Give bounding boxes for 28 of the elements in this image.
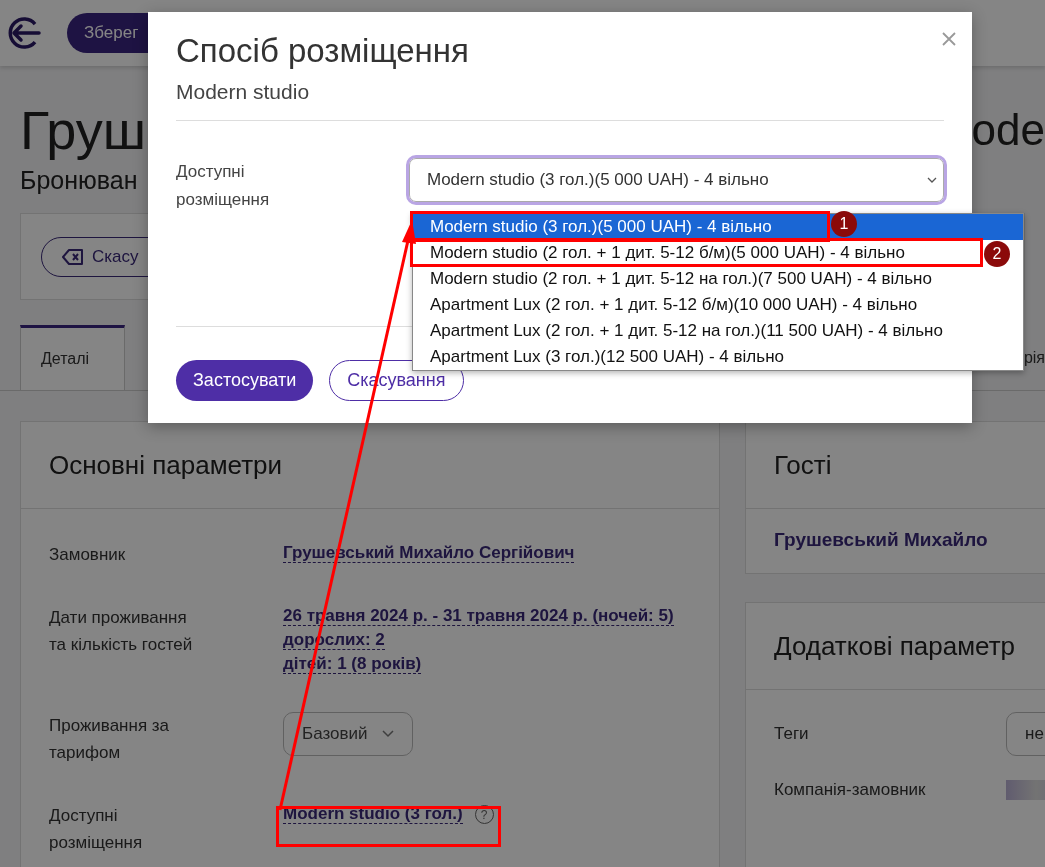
field-label: Доступні розміщення xyxy=(176,161,271,211)
rate-select[interactable]: Базовий xyxy=(283,712,413,756)
field-label: Дати проживання та кількість гостей xyxy=(49,607,194,656)
page-title-end: ode xyxy=(971,104,1045,156)
card-title: Гості xyxy=(774,449,832,481)
dropdown-option[interactable]: Apartment Lux (2 гол. + 1 дит. 5-12 б/м)(10 000 UAH) - 4 вільно xyxy=(413,292,1023,318)
placement-select[interactable]: Modern studio (3 гол.)(5 000 UAH) - 4 вільно xyxy=(409,158,944,202)
delete-icon xyxy=(62,248,84,265)
page-subtitle: Бронюван xyxy=(20,166,138,194)
apply-button[interactable]: Застосувати xyxy=(176,360,314,401)
tab[interactable]: Деталі xyxy=(20,325,125,390)
dropdown-option[interactable]: Modern studio (2 гол. + 1 дит. 5-12 на гол.)(7 500 UAH) - 4 вільно xyxy=(413,266,1023,292)
tab[interactable]: рія xyxy=(1023,325,1045,390)
tags-select[interactable]: не xyxy=(1006,712,1045,756)
chevron-down-icon xyxy=(381,730,394,738)
card-title: Додаткові параметр xyxy=(774,630,1015,662)
modal-subtitle: Modern studio xyxy=(176,80,944,121)
dropdown-option[interactable]: Apartment Lux (2 гол. + 1 дит. 5-12 на гол.)(11 500 UAH) - 4 вільно xyxy=(413,318,1023,344)
field-label: Замовник xyxy=(49,544,127,566)
chevron-down-icon xyxy=(927,177,937,183)
guest-name[interactable]: Грушевський Михайло xyxy=(774,529,988,550)
close-icon[interactable] xyxy=(942,32,956,46)
field-label: Доступні розміщення xyxy=(49,805,144,854)
field-label: Проживання за тарифом xyxy=(49,715,171,764)
card-title: Основні параметри xyxy=(49,449,283,481)
page-title: Груш xyxy=(20,99,146,162)
field-label: Компанія-замовник xyxy=(774,780,927,800)
field-label: Теги xyxy=(774,724,810,744)
